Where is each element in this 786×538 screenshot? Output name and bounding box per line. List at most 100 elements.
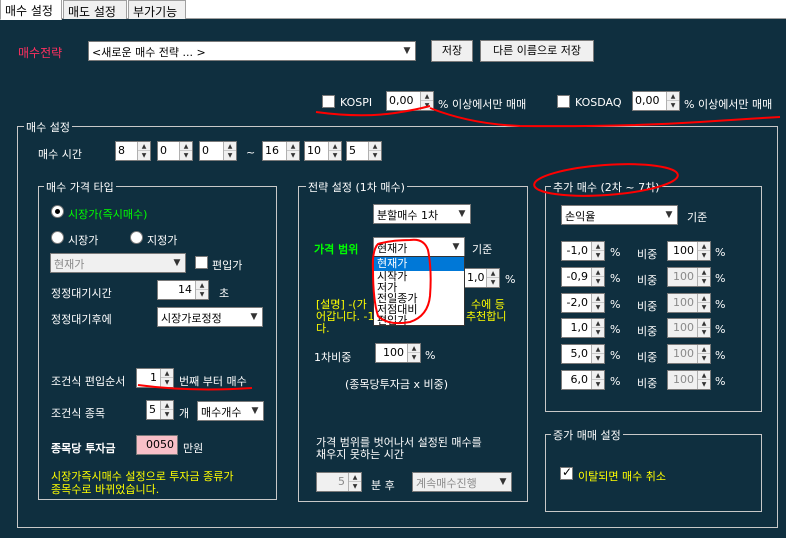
price-range-select[interactable]: 현재가 ▼ (373, 237, 465, 257)
spin-down-icon[interactable]: ▼ (196, 290, 208, 299)
timeout-action-select[interactable]: 계속매수진행 ▼ (412, 472, 512, 492)
edit-price-checkbox[interactable] (195, 256, 208, 269)
dropdown-option[interactable]: 현재가 (374, 257, 464, 271)
spin-down-icon[interactable]: ▼ (698, 303, 710, 312)
spin-buttons[interactable]: ▲ ▼ (160, 369, 173, 387)
additional-weight-3-spin[interactable]: 100 ▲ ▼ (667, 266, 711, 287)
spin-down-icon[interactable]: ▼ (138, 151, 150, 160)
additional-pct-7-spin[interactable]: 6,0 ▲ ▼ (561, 370, 605, 390)
spin-buttons[interactable]: ▲ ▼ (348, 473, 361, 491)
spin-down-icon[interactable]: ▼ (592, 354, 604, 363)
kospi-checkbox[interactable] (322, 95, 335, 108)
price-range-pct-spin[interactable]: 1,0 ▲ ▼ (464, 268, 500, 288)
spin-down-icon[interactable]: ▼ (421, 101, 433, 110)
spin-down-icon[interactable]: ▼ (329, 151, 341, 160)
spin-buttons[interactable]: ▲ ▼ (328, 142, 341, 160)
additional-pct-3-spin[interactable]: -0,9 ▲ ▼ (561, 266, 605, 287)
spin-up-icon[interactable]: ▲ (667, 92, 679, 101)
spin-up-icon[interactable]: ▲ (592, 294, 604, 303)
spin-down-icon[interactable]: ▼ (667, 101, 679, 110)
spin-up-icon[interactable]: ▲ (698, 268, 710, 277)
dropdown-option[interactable]: 편입가 (374, 315, 464, 326)
spin-down-icon[interactable]: ▼ (408, 353, 420, 362)
kospi-threshold-spin[interactable]: 0,00 ▲ ▼ (386, 91, 434, 111)
spin-buttons[interactable]: ▲ ▼ (666, 92, 679, 110)
spin-up-icon[interactable]: ▲ (592, 319, 604, 329)
invest-input[interactable]: 0050 (136, 435, 178, 455)
spin-down-icon[interactable]: ▼ (698, 380, 710, 389)
end-second-spin[interactable]: 5 ▲ ▼ (346, 141, 382, 161)
spin-down-icon[interactable]: ▼ (592, 277, 604, 286)
spin-buttons[interactable]: ▲ ▼ (407, 344, 420, 362)
price-range-dropdown[interactable]: 현재가 시작가 저가 전일종가 저점대비 편입가 (373, 256, 465, 326)
spin-buttons[interactable]: ▲ ▼ (160, 401, 173, 419)
additional-weight-2-spin[interactable]: 100 ▲ ▼ (667, 241, 711, 261)
start-minute-spin[interactable]: 0 ▲ ▼ (157, 141, 193, 161)
ratio-spin[interactable]: 100 ▲ ▼ (375, 343, 421, 363)
spin-down-icon[interactable]: ▼ (487, 278, 499, 287)
count-mode-select[interactable]: 매수개수 ▼ (197, 401, 264, 421)
spin-down-icon[interactable]: ▼ (369, 151, 381, 160)
kosdaq-threshold-spin[interactable]: 0,00 ▲ ▼ (632, 91, 680, 111)
spin-down-icon[interactable]: ▼ (698, 251, 710, 260)
spin-buttons[interactable]: ▲ ▼ (591, 345, 604, 364)
tab-sell-settings[interactable]: 매도 설정 (63, 0, 127, 19)
spin-buttons[interactable]: ▲ ▼ (286, 142, 299, 160)
spin-buttons[interactable]: ▲ ▼ (420, 92, 433, 110)
spin-up-icon[interactable]: ▲ (329, 142, 341, 151)
additional-pct-5-spin[interactable]: 1,0 ▲ ▼ (561, 318, 605, 339)
spin-buttons[interactable]: ▲ ▼ (591, 293, 604, 312)
count-spin[interactable]: 5 ▲ ▼ (146, 400, 174, 420)
additional-weight-6-spin[interactable]: 100 ▲ ▼ (667, 344, 711, 365)
cancel-on-exit-checkbox[interactable] (560, 465, 573, 480)
spin-buttons[interactable]: ▲ ▼ (697, 267, 710, 286)
spin-up-icon[interactable]: ▲ (349, 473, 361, 482)
spin-up-icon[interactable]: ▲ (592, 345, 604, 355)
spin-down-icon[interactable]: ▼ (698, 277, 710, 286)
spin-up-icon[interactable]: ▲ (698, 294, 710, 303)
market-radio[interactable] (51, 231, 64, 244)
spin-buttons[interactable]: ▲ ▼ (697, 242, 710, 260)
kosdaq-checkbox[interactable] (557, 95, 570, 108)
spin-buttons[interactable]: ▲ ▼ (697, 319, 710, 338)
end-minute-spin[interactable]: 10 ▲ ▼ (304, 141, 342, 161)
spin-buttons[interactable]: ▲ ▼ (486, 269, 499, 287)
spin-up-icon[interactable]: ▲ (224, 142, 236, 151)
order-spin[interactable]: 1 ▲ ▼ (136, 368, 174, 388)
spin-buttons[interactable]: ▲ ▼ (591, 371, 604, 389)
additional-pct-6-spin[interactable]: 5,0 ▲ ▼ (561, 344, 605, 365)
spin-up-icon[interactable]: ▲ (180, 142, 192, 151)
spin-buttons[interactable]: ▲ ▼ (195, 281, 208, 299)
spin-up-icon[interactable]: ▲ (698, 345, 710, 355)
spin-buttons[interactable]: ▲ ▼ (697, 371, 710, 389)
spin-up-icon[interactable]: ▲ (698, 371, 710, 380)
after-wait-select[interactable]: 시장가로정정 ▼ (157, 307, 263, 327)
spin-buttons[interactable]: ▲ ▼ (368, 142, 381, 160)
spin-down-icon[interactable]: ▼ (161, 378, 173, 387)
spin-up-icon[interactable]: ▲ (698, 242, 710, 251)
tab-extra-functions[interactable]: 부가기능 (128, 0, 186, 19)
spin-up-icon[interactable]: ▲ (196, 281, 208, 290)
strategy-select[interactable]: <새로운 매수 전략 ... > ▼ (88, 41, 416, 61)
spin-down-icon[interactable]: ▼ (287, 151, 299, 160)
additional-basis-select[interactable]: 손익율 ▼ (561, 205, 678, 225)
spin-down-icon[interactable]: ▼ (592, 303, 604, 312)
spin-buttons[interactable]: ▲ ▼ (697, 345, 710, 364)
spin-up-icon[interactable]: ▲ (592, 268, 604, 277)
spin-down-icon[interactable]: ▼ (698, 328, 710, 337)
additional-pct-2-spin[interactable]: -1,0 ▲ ▼ (561, 241, 605, 261)
spin-down-icon[interactable]: ▼ (180, 151, 192, 160)
start-second-spin[interactable]: 0 ▲ ▼ (199, 141, 237, 161)
spin-down-icon[interactable]: ▼ (592, 328, 604, 337)
spin-up-icon[interactable]: ▲ (138, 142, 150, 151)
spin-down-icon[interactable]: ▼ (698, 354, 710, 363)
spin-down-icon[interactable]: ▼ (592, 380, 604, 389)
additional-pct-4-spin[interactable]: -2,0 ▲ ▼ (561, 292, 605, 313)
spin-up-icon[interactable]: ▲ (592, 371, 604, 380)
split-mode-select[interactable]: 분할매수 1차 ▼ (373, 204, 471, 224)
additional-weight-5-spin[interactable]: 100 ▲ ▼ (667, 318, 711, 339)
end-hour-spin[interactable]: 16 ▲ ▼ (262, 141, 300, 161)
spin-up-icon[interactable]: ▲ (698, 319, 710, 329)
spin-down-icon[interactable]: ▼ (224, 151, 236, 160)
spin-up-icon[interactable]: ▲ (161, 401, 173, 410)
